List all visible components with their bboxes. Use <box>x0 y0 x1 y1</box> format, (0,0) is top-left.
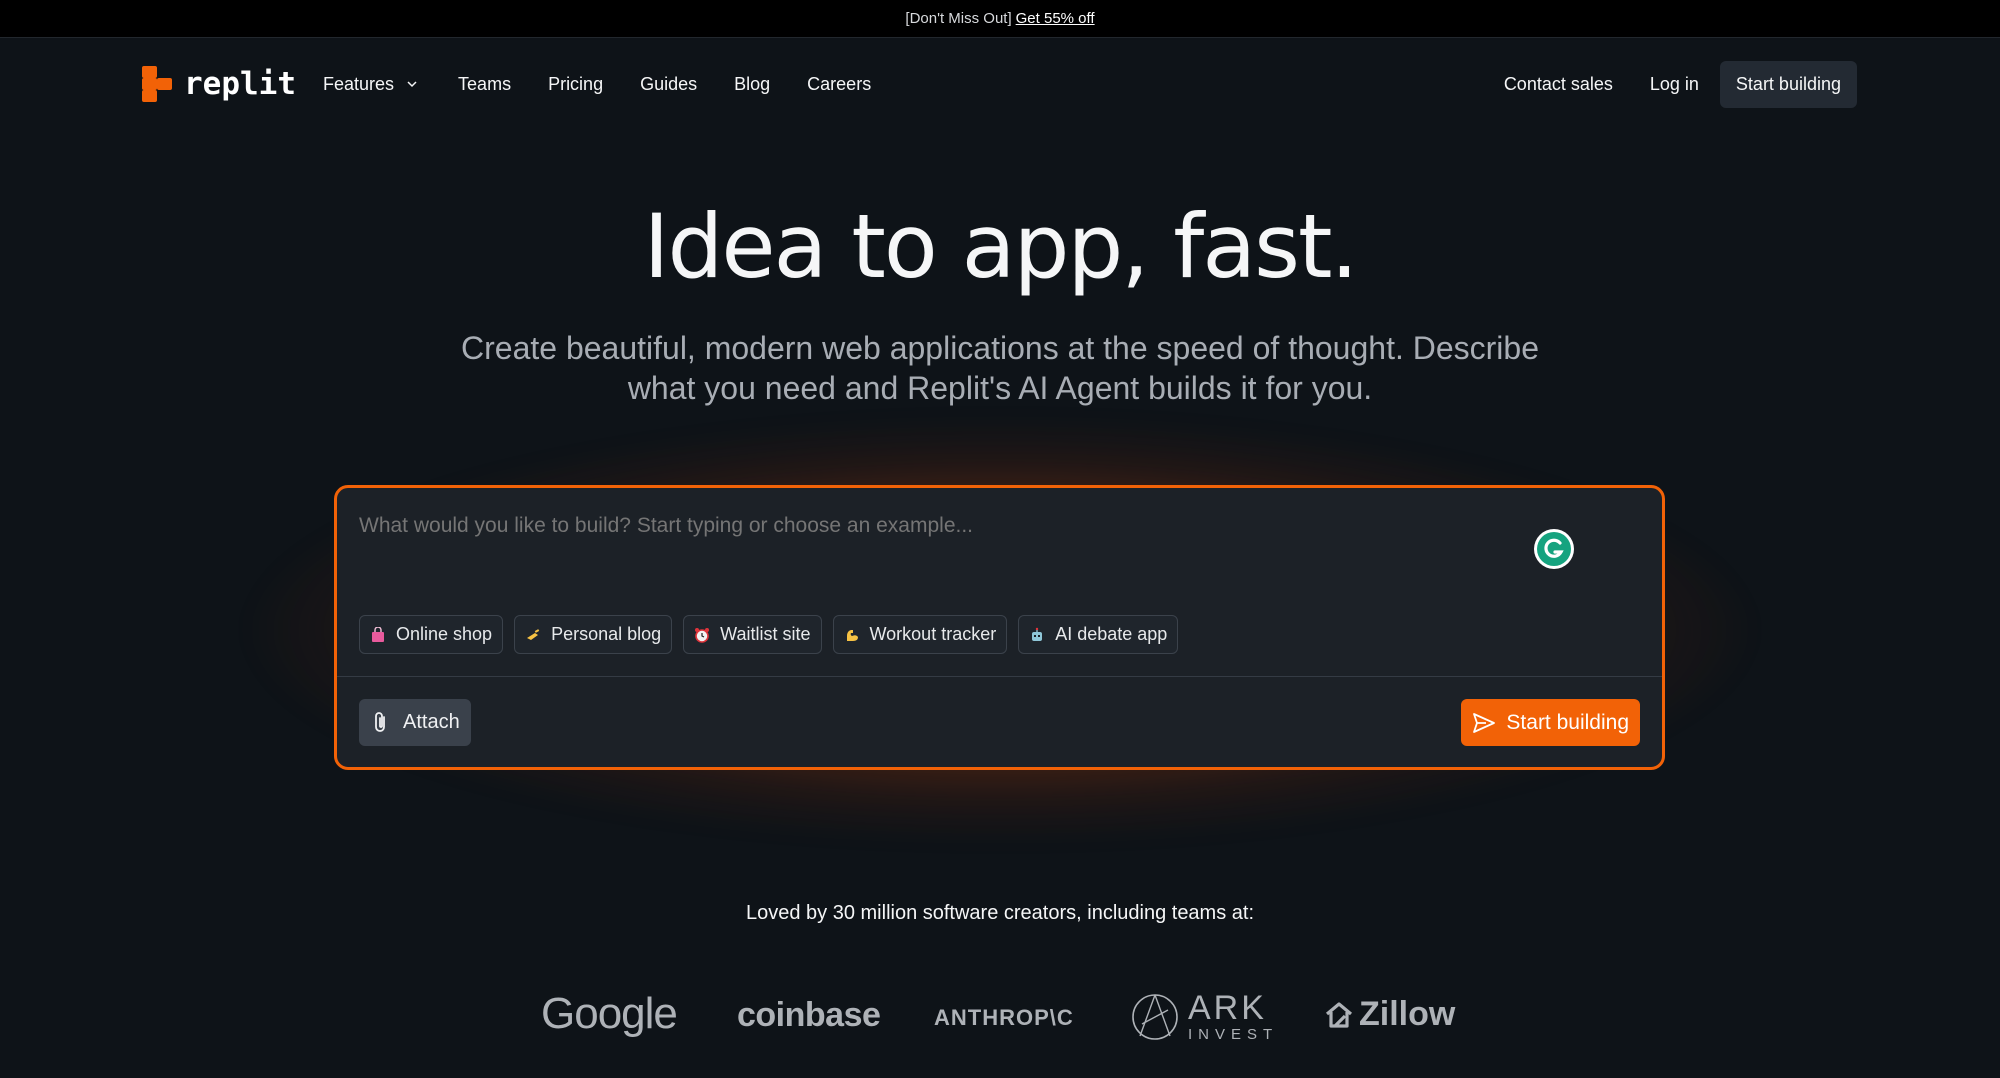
nav-links: Features Teams Pricing Guides Blog Caree… <box>323 38 871 130</box>
nav-item-blog[interactable]: Blog <box>734 74 770 95</box>
invest-word: INVEST <box>1188 1026 1279 1043</box>
flexed-biceps-icon <box>846 629 858 641</box>
grammarly-g-icon <box>1537 532 1571 566</box>
attach-label: Attach <box>403 711 460 733</box>
prompt-card: Online shop Personal blog Waitlist site … <box>334 485 1665 770</box>
writing-hand-icon <box>527 628 540 640</box>
example-chip-workout-tracker[interactable]: Workout tracker <box>832 615 1008 654</box>
customer-logos: Google coinbase ANTHROP\C ARK INVEST Zil… <box>0 985 2000 1055</box>
send-icon <box>1473 712 1496 733</box>
hero-subtitle: Create beautiful, modern web application… <box>461 330 1539 406</box>
prompt-input[interactable] <box>359 514 1459 538</box>
nav-item-label: Pricing <box>548 73 604 94</box>
robot-icon <box>1032 627 1043 641</box>
nav-item-label: Teams <box>458 73 512 94</box>
coinbase-logo: coinbase <box>737 996 881 1034</box>
promo-text: [Don't Miss Out] <box>905 10 1012 27</box>
promo-link[interactable]: Get 55% off <box>1016 10 1095 27</box>
log-in-link[interactable]: Log in <box>1650 74 1699 95</box>
chip-label: Personal blog <box>551 624 662 644</box>
example-chips: Online shop Personal blog Waitlist site … <box>359 615 1179 654</box>
hero-title: Idea to app, fast. <box>643 195 1359 298</box>
ark-invest-logo: ARK INVEST <box>1130 991 1278 1042</box>
card-divider <box>337 676 1662 677</box>
nav-item-features[interactable]: Features <box>323 74 418 95</box>
brand-logo[interactable]: replit <box>142 66 296 102</box>
replit-logo-icon <box>142 66 172 102</box>
ark-mark-icon <box>1132 993 1178 1040</box>
paperclip-icon <box>375 711 385 732</box>
brand-wordmark: replit <box>184 66 296 102</box>
ark-word: ARK <box>1188 989 1267 1027</box>
zillow-house-icon <box>1325 1001 1353 1028</box>
chip-label: Waitlist site <box>720 624 811 644</box>
chip-label: Online shop <box>396 624 493 644</box>
chip-label: AI debate app <box>1055 624 1168 644</box>
shopping-bag-icon <box>372 626 384 642</box>
start-building-label: Start building <box>1506 710 1629 734</box>
example-chip-online-shop[interactable]: Online shop <box>359 615 504 654</box>
grammarly-icon[interactable] <box>1534 529 1574 569</box>
nav-item-guides[interactable]: Guides <box>640 74 697 95</box>
anthropic-logo: ANTHROP\C <box>934 1005 1074 1030</box>
nav-item-label: Careers <box>807 73 872 94</box>
nav-item-label: Blog <box>734 73 771 94</box>
example-chip-waitlist-site[interactable]: Waitlist site <box>683 615 822 654</box>
nav-item-careers[interactable]: Careers <box>807 74 871 95</box>
contact-sales-link[interactable]: Contact sales <box>1504 74 1613 95</box>
start-building-button[interactable]: Start building <box>1461 699 1640 746</box>
nav-actions: Contact sales Log in Start building <box>1504 38 1857 130</box>
zillow-word: Zillow <box>1359 995 1456 1033</box>
promo-banner: [Don't Miss Out] Get 55% off <box>0 0 2000 38</box>
nav-item-label: Guides <box>640 73 698 94</box>
chevron-down-icon <box>407 81 417 88</box>
example-chip-personal-blog[interactable]: Personal blog <box>514 615 673 654</box>
google-logo: Google <box>541 989 678 1038</box>
attach-button[interactable]: Attach <box>359 699 471 746</box>
social-proof-headline: Loved by 30 million software creators, i… <box>745 902 1255 924</box>
ark-wordmark: ARK INVEST <box>1188 991 1278 1042</box>
alarm-clock-icon <box>695 627 710 643</box>
chip-label: Workout tracker <box>869 624 997 644</box>
nav-item-label: Features <box>323 73 395 94</box>
zillow-logo: Zillow <box>1325 995 1455 1034</box>
nav-item-teams[interactable]: Teams <box>458 74 511 95</box>
top-nav: replit Features Teams Pricing Guides Blo… <box>0 38 2000 130</box>
nav-start-building-button[interactable]: Start building <box>1719 60 1857 108</box>
example-chip-ai-debate-app[interactable]: AI debate app <box>1018 615 1179 654</box>
nav-item-pricing[interactable]: Pricing <box>548 74 603 95</box>
